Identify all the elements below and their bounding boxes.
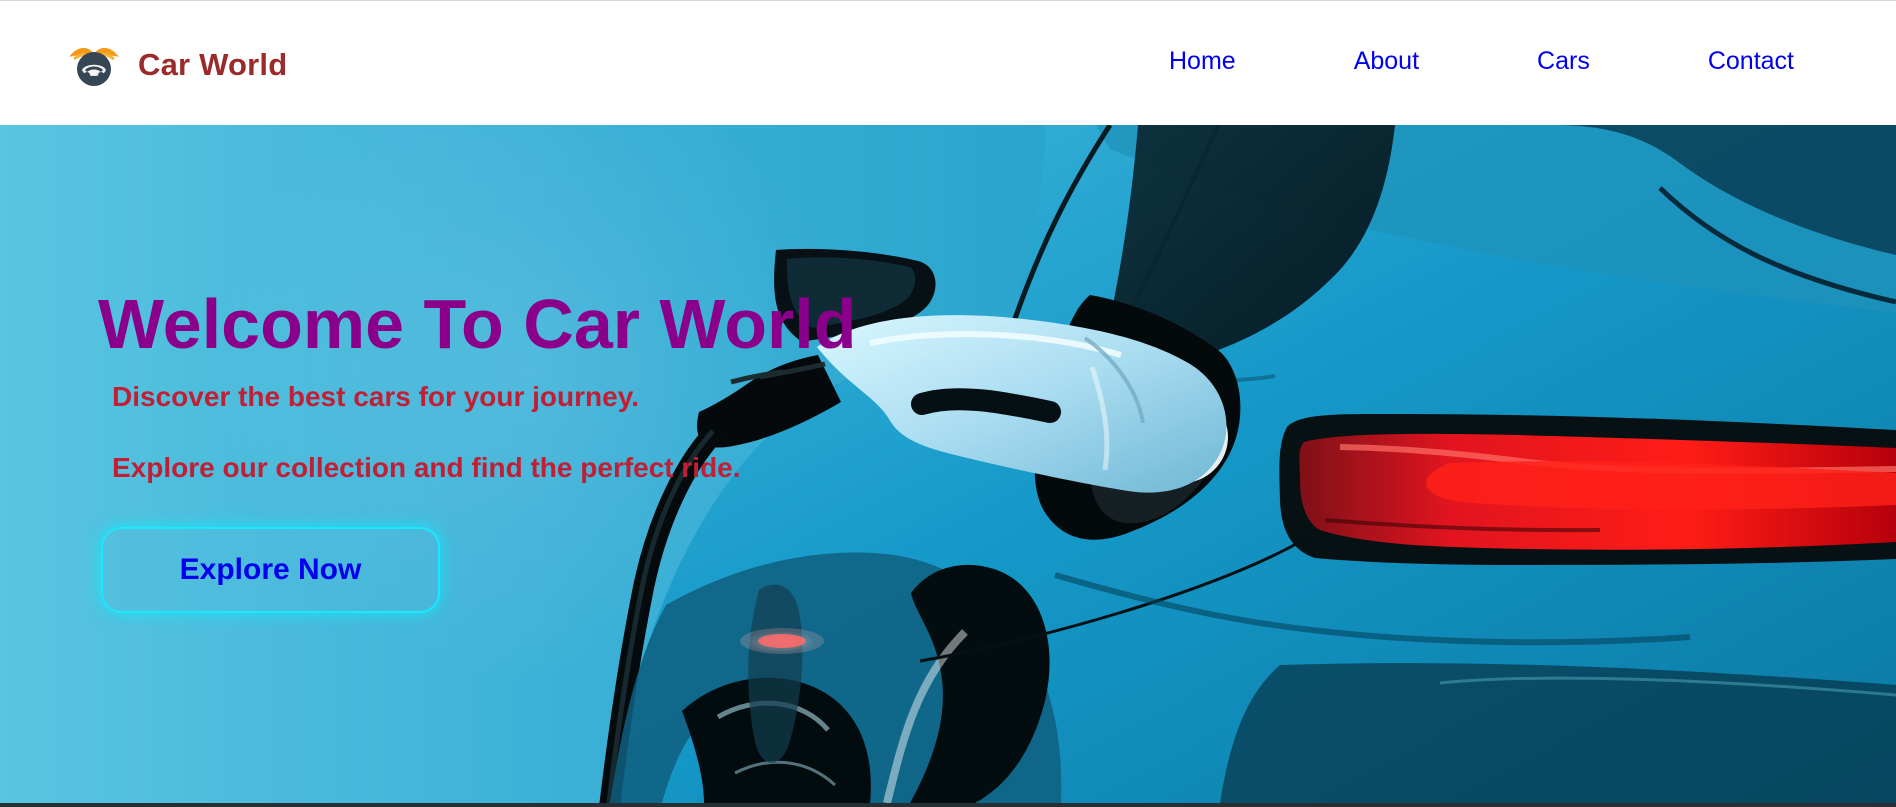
top-navigation-bar: Car World Home About Cars Contact (0, 0, 1896, 125)
hero-section: Welcome To Car World Discover the best c… (0, 125, 1896, 803)
nav-contact-link[interactable]: Contact (1708, 49, 1794, 74)
nav-about-link[interactable]: About (1354, 49, 1419, 74)
car-wings-logo-icon (69, 47, 119, 86)
brand-home-link[interactable]: Car World (64, 39, 287, 89)
bottom-dark-strip (0, 803, 1896, 807)
hero-title: Welcome To Car World (98, 285, 857, 363)
nav-cars-link[interactable]: Cars (1537, 49, 1590, 74)
brand-name: Car World (138, 46, 288, 82)
explore-now-button[interactable]: Explore Now (101, 527, 440, 613)
hero-description: Explore our collection and find the perf… (112, 452, 741, 483)
hero-subtitle: Discover the best cars for your journey. (112, 381, 639, 412)
main-navigation: Home About Cars Contact (1169, 49, 1794, 74)
nav-home-link[interactable]: Home (1169, 49, 1236, 74)
